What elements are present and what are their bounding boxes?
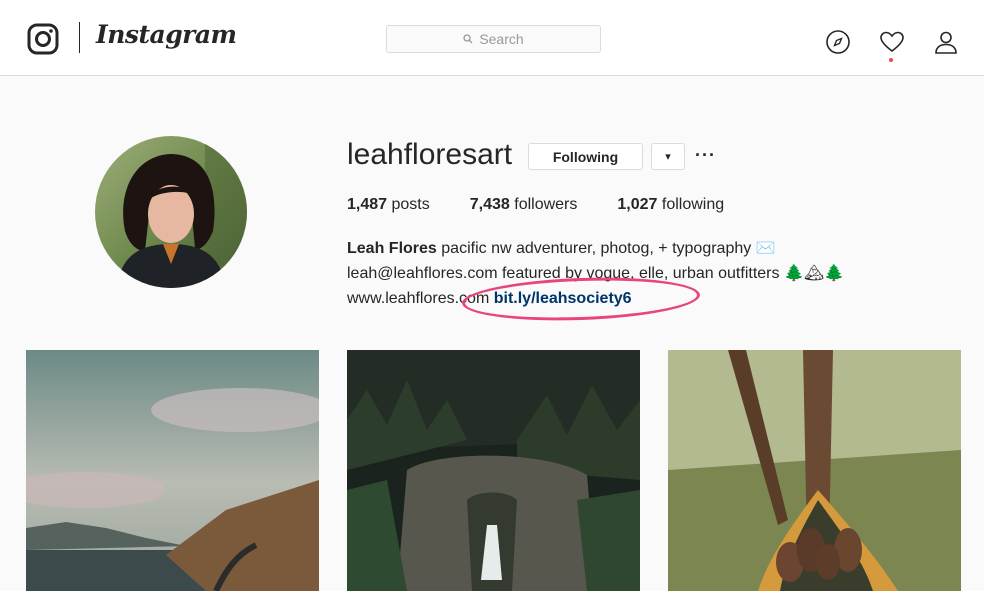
stat-following-label: following <box>661 196 725 213</box>
person-icon[interactable] <box>933 29 959 55</box>
profile-stats: 1,487 posts 7,438 followers 1,027 follow… <box>347 196 764 214</box>
post-forest-waterfall[interactable] <box>347 350 640 591</box>
bio-line-2: leah@leahflores.com featured by vogue, e… <box>347 265 845 282</box>
stat-posts-label: posts <box>391 196 430 213</box>
bio-website-text: www.leahflores.com <box>347 290 490 307</box>
stat-posts-count: 1,487 <box>347 196 388 213</box>
profile-avatar[interactable] <box>95 136 247 288</box>
profile-bio: Leah Flores pacific nw adventurer, photo… <box>347 236 907 311</box>
search-icon <box>463 34 473 44</box>
bio-external-link[interactable]: bit.ly/leahsociety6 <box>494 290 632 307</box>
stat-followers[interactable]: 7,438 followers <box>470 196 578 214</box>
post-coastal-road[interactable] <box>26 350 319 591</box>
more-options-button[interactable]: ··· <box>695 145 716 166</box>
top-navigation: Instagram Search <box>0 0 984 76</box>
suggestions-dropdown-button[interactable]: ▾ <box>651 143 685 170</box>
notification-dot <box>889 58 893 62</box>
stat-followers-count: 7,438 <box>469 196 510 213</box>
search-input[interactable]: Search <box>386 25 601 53</box>
logo-divider <box>79 22 80 53</box>
heart-icon[interactable] <box>879 29 905 55</box>
search-placeholder: Search <box>479 31 524 47</box>
bio-full-name: Leah Flores <box>347 240 437 257</box>
stat-posts: 1,487 posts <box>347 196 430 214</box>
stat-following[interactable]: 1,027 following <box>617 196 724 214</box>
bio-line-1: pacific nw adventurer, photog, + typogra… <box>441 240 776 257</box>
instagram-wordmark[interactable]: Instagram <box>96 20 237 49</box>
stat-following-count: 1,027 <box>617 196 658 213</box>
compass-icon[interactable] <box>825 29 851 55</box>
instagram-glyph-icon[interactable] <box>27 23 59 55</box>
post-hammock-boots[interactable] <box>668 350 961 591</box>
following-button[interactable]: Following <box>528 143 643 170</box>
stat-followers-label: followers <box>514 196 578 213</box>
profile-username: leahfloresart <box>347 138 513 171</box>
